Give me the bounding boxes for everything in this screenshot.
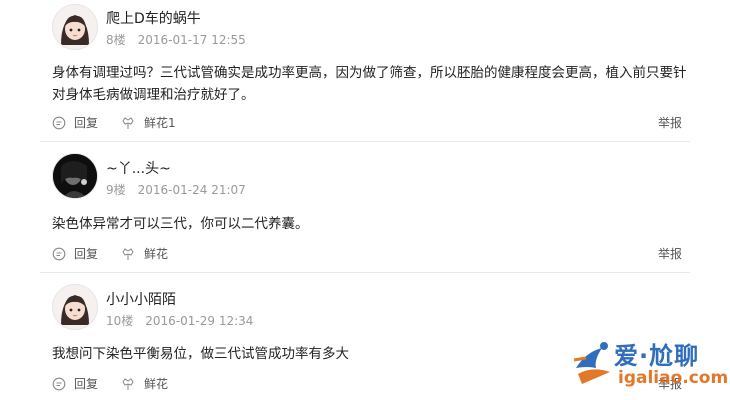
post-time: 2016-01-17 12:55 <box>137 33 246 47</box>
watermark-text: 爱·尬聊 <box>614 342 700 370</box>
post-meta: 9楼 2016-01-24 21:07 <box>106 181 246 198</box>
avatar[interactable] <box>52 4 98 50</box>
username[interactable]: ~丫...头~ <box>106 158 171 178</box>
post-time: 2016-01-24 21:07 <box>137 183 246 197</box>
username[interactable]: 小小小陌陌 <box>106 289 176 309</box>
comment-body: 染色体异常才可以三代，你可以二代养囊。 <box>52 216 309 232</box>
comment-actions: 回复 鲜花1 举报 <box>52 114 682 132</box>
post-meta: 8楼 2016-01-17 12:55 <box>106 31 246 48</box>
reply-icon <box>52 116 66 130</box>
floor-number: 8楼 <box>106 33 126 47</box>
divider <box>40 272 690 273</box>
watermark-url: igaliao.com <box>618 368 729 388</box>
flower-label: 鲜花 <box>144 247 169 261</box>
flower-button[interactable]: 鲜花1 <box>120 114 176 131</box>
runner-logo-icon <box>572 338 614 392</box>
avatar[interactable] <box>52 284 98 330</box>
post-time: 2016-01-29 12:34 <box>145 314 254 328</box>
flower-button[interactable]: 鲜花 <box>120 245 168 262</box>
flower-icon <box>120 247 136 261</box>
reply-button[interactable]: 回复 <box>52 375 98 392</box>
reply-label: 回复 <box>74 377 99 391</box>
avatar[interactable] <box>52 153 98 199</box>
comment-body: 身体有调理过吗？三代试管确实是成功率更高，因为做了筛查，所以胚胎的健康程度会更高… <box>52 65 687 103</box>
reply-icon <box>52 377 66 391</box>
watermark: 爱·尬聊 igaliao.com <box>570 332 730 398</box>
flower-label: 鲜花 <box>144 377 169 391</box>
flower-label: 鲜花1 <box>144 116 176 130</box>
flower-icon <box>120 116 136 130</box>
reply-label: 回复 <box>74 247 99 261</box>
report-button[interactable]: 举报 <box>658 245 682 262</box>
report-button[interactable]: 举报 <box>658 114 682 131</box>
reply-icon <box>52 247 66 261</box>
post-meta: 10楼 2016-01-29 12:34 <box>106 312 253 329</box>
flower-button[interactable]: 鲜花 <box>120 375 168 392</box>
flower-icon <box>120 377 136 391</box>
floor-number: 9楼 <box>106 183 126 197</box>
reply-button[interactable]: 回复 <box>52 114 98 131</box>
reply-label: 回复 <box>74 116 99 130</box>
floor-number: 10楼 <box>106 314 134 328</box>
reply-button[interactable]: 回复 <box>52 245 98 262</box>
divider <box>40 141 690 142</box>
username[interactable]: 爬上D车的蜗牛 <box>106 8 201 28</box>
comment-actions: 回复 鲜花 举报 <box>52 245 682 263</box>
